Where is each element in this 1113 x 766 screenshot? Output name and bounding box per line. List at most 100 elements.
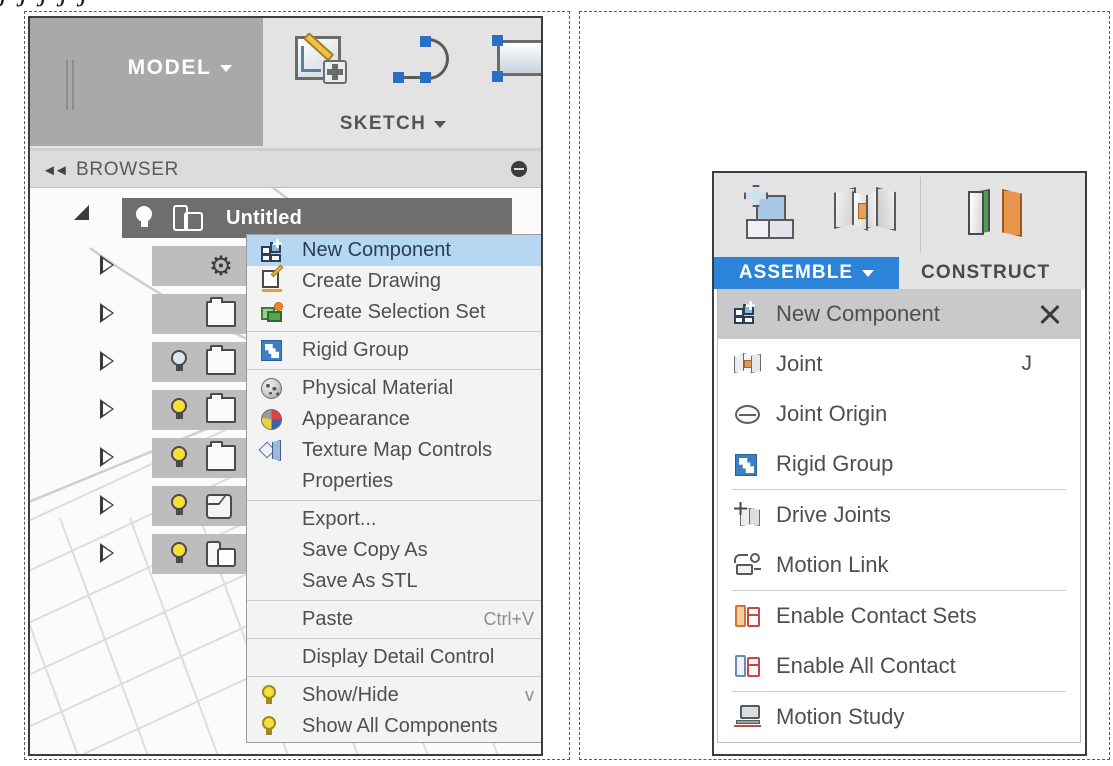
tab-assemble-label: ASSEMBLE bbox=[738, 262, 854, 283]
toolbar-separator bbox=[920, 177, 921, 253]
context-menu-item[interactable]: Rigid Group bbox=[247, 335, 541, 366]
enable-contact-sets-icon bbox=[734, 603, 762, 629]
rectangle-icon[interactable] bbox=[491, 34, 541, 96]
expand-arrow-closed-icon[interactable] bbox=[100, 399, 114, 419]
folder-icon bbox=[206, 393, 236, 423]
new-component-icon bbox=[261, 239, 285, 262]
sketch-panel-label: SKETCH bbox=[339, 113, 427, 134]
menu-separator bbox=[247, 638, 541, 639]
create-sketch-icon[interactable] bbox=[293, 32, 357, 96]
enable-all-contact-icon bbox=[734, 653, 762, 679]
close-icon[interactable] bbox=[1038, 302, 1062, 326]
expand-arrow-closed-icon[interactable] bbox=[100, 543, 114, 563]
lightbulb-icon bbox=[261, 716, 278, 737]
context-menu-item[interactable]: Properties bbox=[247, 466, 541, 497]
context-menu-item[interactable]: Texture Map Controls bbox=[247, 435, 541, 466]
sketch-tool-icons bbox=[293, 32, 541, 96]
assemble-menu-item-label: Joint bbox=[776, 351, 823, 376]
assemble-menu-item-label: Drive Joints bbox=[776, 502, 891, 527]
context-menu-item-label: Appearance bbox=[302, 408, 410, 430]
lightbulb-icon[interactable] bbox=[135, 206, 154, 229]
sketch-panel-dropdown[interactable]: SKETCH bbox=[263, 110, 523, 138]
folder-icon bbox=[206, 345, 236, 375]
assemble-menu-item[interactable]: New Component bbox=[718, 289, 1080, 339]
spline-icon[interactable] bbox=[393, 34, 455, 96]
lightbulb-icon[interactable] bbox=[170, 350, 189, 373]
context-menu-item-label: Show/Hide bbox=[302, 684, 399, 706]
double-chevron-left-icon[interactable]: ◄◄ bbox=[42, 162, 69, 179]
lightbulb-icon[interactable] bbox=[170, 446, 189, 469]
expand-arrow-closed-icon[interactable] bbox=[100, 447, 114, 467]
context-menu-item[interactable]: Create Drawing bbox=[247, 264, 541, 297]
assemble-menu-item[interactable]: Joint Origin bbox=[718, 389, 1080, 439]
assemble-menu-item[interactable]: Enable Contact Sets bbox=[718, 591, 1080, 641]
context-menu-item[interactable]: Show/Hide v bbox=[247, 680, 541, 711]
assemble-menu-item[interactable]: Drive Joints bbox=[718, 490, 1080, 540]
assemble-menu: New Component Joint J Joint Origin Rigid Gro… bbox=[717, 289, 1081, 743]
menu-separator bbox=[247, 500, 541, 501]
assemble-menu-item-label: Motion Study bbox=[776, 704, 905, 729]
model-tab-label-group[interactable]: MODEL bbox=[100, 18, 260, 118]
drive-joints-icon bbox=[734, 502, 762, 528]
motion-link-icon bbox=[734, 552, 762, 578]
context-menu-item[interactable]: Display Detail Control bbox=[247, 642, 541, 673]
menu-separator bbox=[247, 369, 541, 370]
context-menu-item-label: Create Drawing bbox=[302, 270, 441, 292]
assemble-menu-item-label: Joint Origin bbox=[776, 401, 888, 426]
construct-plane-icon[interactable] bbox=[966, 185, 1038, 243]
motion-study-icon bbox=[734, 704, 762, 730]
model-workspace-tab[interactable]: MODEL bbox=[30, 18, 263, 146]
expand-arrow-closed-icon[interactable] bbox=[100, 351, 114, 371]
browser-title: BROWSER bbox=[76, 159, 180, 180]
lightbulb-icon[interactable] bbox=[170, 542, 189, 565]
context-menu-item[interactable]: Physical Material bbox=[247, 373, 541, 404]
context-menu-item[interactable]: Appearance bbox=[247, 404, 541, 435]
fusion-browser-panel: MODEL SKETCH ◄◄ BROWSER Untitled ⚙ New C… bbox=[28, 16, 543, 756]
caret-down-icon bbox=[220, 64, 233, 72]
create-selection-set-icon bbox=[261, 301, 285, 324]
minus-circle-icon[interactable] bbox=[511, 161, 527, 177]
context-menu-item[interactable]: Save As STL bbox=[247, 566, 541, 597]
assemble-menu-item[interactable]: Motion Link bbox=[718, 540, 1080, 590]
assemble-menu-item[interactable]: Rigid Group bbox=[718, 439, 1080, 489]
assemble-menu-item[interactable]: Motion Study bbox=[718, 692, 1080, 742]
menu-shortcut: Ctrl+V bbox=[483, 609, 534, 629]
assemble-menu-item[interactable]: Enable All Contact bbox=[718, 641, 1080, 691]
folder-icon bbox=[206, 297, 236, 327]
expand-arrow-closed-icon[interactable] bbox=[100, 303, 114, 323]
context-menu-item-label: Display Detail Control bbox=[302, 646, 495, 668]
context-menu-item-label: Rigid Group bbox=[302, 339, 409, 361]
context-menu-item[interactable]: Paste Ctrl+V bbox=[247, 604, 541, 635]
joint-icon[interactable] bbox=[832, 185, 896, 243]
context-menu-item[interactable]: Create Selection Set bbox=[247, 297, 541, 328]
context-menu-item[interactable]: Save Copy As bbox=[247, 535, 541, 566]
body-icon bbox=[206, 494, 232, 519]
component-icon bbox=[173, 205, 205, 232]
joint-icon bbox=[734, 351, 762, 377]
menu-shortcut: J bbox=[1021, 352, 1033, 375]
toolbar-grip-handle[interactable] bbox=[66, 60, 80, 110]
context-menu-item-label: Properties bbox=[302, 470, 394, 492]
context-menu-item-label: Physical Material bbox=[302, 377, 454, 399]
context-menu-item[interactable]: Show All Components bbox=[247, 711, 541, 742]
menu-separator bbox=[247, 331, 541, 332]
assemble-menu-item-label: Rigid Group bbox=[776, 451, 894, 476]
context-menu-item-label: Paste bbox=[302, 608, 354, 630]
lightbulb-icon[interactable] bbox=[170, 494, 189, 517]
texture-map-icon bbox=[258, 439, 285, 462]
tab-assemble[interactable]: ASSEMBLE bbox=[714, 257, 899, 289]
assemble-toolbar bbox=[714, 173, 1085, 257]
tab-construct[interactable]: CONSTRUCT bbox=[899, 257, 1085, 289]
context-menu-item-label: Texture Map Controls bbox=[302, 439, 493, 461]
context-menu-item[interactable]: New Component bbox=[247, 235, 541, 266]
expand-arrow-closed-icon[interactable] bbox=[100, 495, 114, 515]
menu-shortcut: v bbox=[525, 685, 534, 705]
context-menu-item[interactable]: Export... bbox=[247, 504, 541, 535]
lightbulb-icon[interactable] bbox=[170, 398, 189, 421]
new-component-icon[interactable] bbox=[742, 185, 804, 243]
expand-arrow-closed-icon[interactable] bbox=[100, 255, 114, 275]
gear-icon: ⚙ bbox=[208, 251, 234, 281]
new-component-icon bbox=[734, 301, 762, 327]
assemble-menu-item-label: Motion Link bbox=[776, 552, 889, 577]
assemble-menu-item[interactable]: Joint J bbox=[718, 339, 1080, 389]
